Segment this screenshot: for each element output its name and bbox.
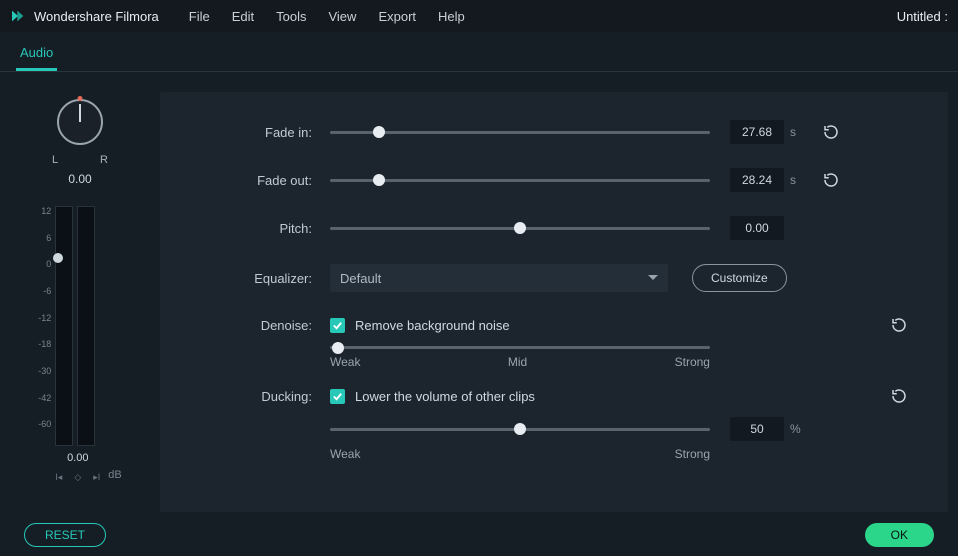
- pan-left-label: L: [52, 154, 58, 166]
- footer: RESET OK: [0, 514, 958, 556]
- fade-out-label: Fade out:: [200, 173, 330, 188]
- check-icon: [332, 391, 343, 402]
- meter-bar-left[interactable]: [55, 206, 73, 446]
- ducking-scale: Weak Strong: [330, 447, 710, 461]
- ok-button[interactable]: OK: [865, 523, 934, 547]
- denoise-check-label: Remove background noise: [355, 318, 510, 333]
- pitch-value[interactable]: 0.00: [730, 216, 784, 240]
- fade-in-slider[interactable]: [330, 131, 710, 134]
- equalizer-row: Equalizer: Default Customize: [200, 264, 908, 292]
- ducking-label: Ducking:: [200, 389, 330, 404]
- menu-export[interactable]: Export: [378, 9, 416, 24]
- denoise-row: Denoise: Remove background noise: [200, 316, 908, 334]
- level-meter: 12 6 0 -6 -12 -18 -30 -42 -60 0.00: [38, 206, 121, 483]
- fade-in-unit: s: [790, 125, 806, 139]
- pan-right-label: R: [100, 154, 108, 166]
- ducking-slider[interactable]: [330, 428, 710, 431]
- menu-view[interactable]: View: [328, 9, 356, 24]
- document-title: Untitled :: [897, 9, 948, 24]
- fade-out-value[interactable]: 28.24: [730, 168, 784, 192]
- reset-icon[interactable]: [822, 123, 840, 141]
- fade-out-unit: s: [790, 173, 806, 187]
- menu-help[interactable]: Help: [438, 9, 465, 24]
- meter-value: 0.00: [55, 452, 100, 464]
- next-keyframe-icon[interactable]: ▸I: [93, 472, 100, 483]
- reset-icon[interactable]: [822, 171, 840, 189]
- equalizer-select[interactable]: Default: [330, 264, 668, 292]
- reset-button[interactable]: RESET: [24, 523, 106, 547]
- denoise-checkbox[interactable]: [330, 318, 345, 333]
- title-bar: Wondershare Filmora File Edit Tools View…: [0, 0, 958, 32]
- pan-knob[interactable]: [50, 92, 110, 152]
- pan-indicator-icon: [78, 96, 83, 101]
- fade-in-label: Fade in:: [200, 125, 330, 140]
- pitch-label: Pitch:: [200, 221, 330, 236]
- menu-edit[interactable]: Edit: [232, 9, 254, 24]
- fade-in-value[interactable]: 27.68: [730, 120, 784, 144]
- pan-value: 0.00: [68, 172, 91, 186]
- meter-unit: dB: [108, 469, 121, 481]
- fade-in-row: Fade in: 27.68 s: [200, 120, 908, 144]
- equalizer-label: Equalizer:: [200, 271, 330, 286]
- meter-handle-icon[interactable]: [53, 253, 63, 263]
- keyframe-nav: I◂ ◇ ▸I: [55, 472, 100, 483]
- pitch-slider[interactable]: [330, 227, 710, 230]
- denoise-slider[interactable]: [330, 346, 710, 349]
- reset-icon[interactable]: [890, 387, 908, 405]
- denoise-scale: Weak Mid Strong: [330, 355, 710, 369]
- main-area: L R 0.00 12 6 0 -6 -12 -18 -30 -42 -60: [0, 72, 958, 512]
- ducking-checkbox[interactable]: [330, 389, 345, 404]
- meter-bar-right[interactable]: [77, 206, 95, 446]
- audio-panel: Fade in: 27.68 s Fade out: 28.24 s Pitch…: [160, 92, 948, 512]
- tab-audio[interactable]: Audio: [16, 37, 57, 71]
- ducking-row: Ducking: Lower the volume of other clips: [200, 387, 908, 405]
- ducking-value[interactable]: 50: [730, 417, 784, 441]
- meter-scale: 12 6 0 -6 -12 -18 -30 -42 -60: [38, 206, 51, 446]
- menu-file[interactable]: File: [189, 9, 210, 24]
- left-column: L R 0.00 12 6 0 -6 -12 -18 -30 -42 -60: [10, 92, 150, 512]
- fade-out-slider[interactable]: [330, 179, 710, 182]
- customize-button[interactable]: Customize: [692, 264, 787, 292]
- tab-bar: Audio: [0, 32, 958, 72]
- denoise-label: Denoise:: [200, 318, 330, 333]
- main-menu: File Edit Tools View Export Help: [189, 9, 897, 24]
- app-logo-icon: [10, 8, 26, 24]
- ducking-unit: %: [790, 422, 806, 436]
- menu-tools[interactable]: Tools: [276, 9, 306, 24]
- check-icon: [332, 320, 343, 331]
- chevron-down-icon: [648, 275, 658, 281]
- add-keyframe-icon[interactable]: ◇: [74, 472, 81, 483]
- fade-out-row: Fade out: 28.24 s: [200, 168, 908, 192]
- reset-icon[interactable]: [890, 316, 908, 334]
- ducking-check-label: Lower the volume of other clips: [355, 389, 535, 404]
- pitch-row: Pitch: 0.00: [200, 216, 908, 240]
- app-name: Wondershare Filmora: [34, 9, 159, 24]
- prev-keyframe-icon[interactable]: I◂: [55, 472, 62, 483]
